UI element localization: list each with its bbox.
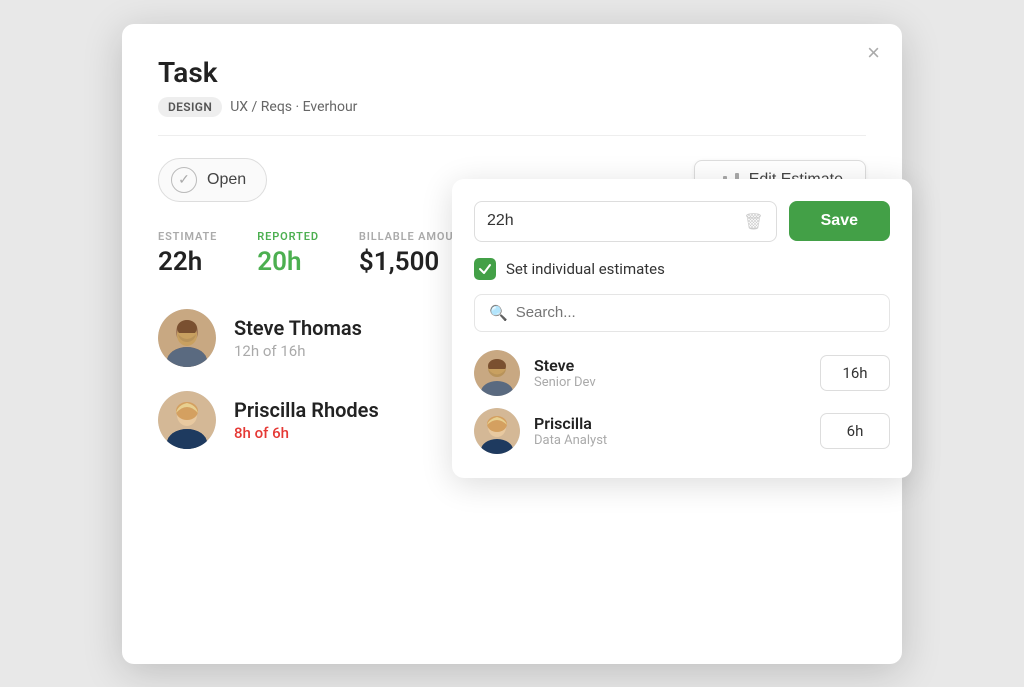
popup-person-role-steve: Senior Dev [534,375,806,390]
status-button[interactable]: ✓ Open [158,158,267,202]
stat-reported: REPORTED 20h [257,230,319,277]
estimate-popup: 🗑 Save Set individual estimates 🔍 [452,179,912,478]
estimate-input[interactable] [487,212,743,230]
individual-row: Set individual estimates [474,258,890,280]
individual-estimates-label: Set individual estimates [506,260,665,278]
task-modal: × Task DESIGN UX / Reqs · Everhour ✓ Ope… [122,24,902,664]
individual-checkbox[interactable] [474,258,496,280]
search-wrap: 🔍 [474,294,890,332]
design-badge: DESIGN [158,97,222,117]
steve-hours-input[interactable]: 16h [820,355,890,391]
person-name-priscilla: Priscilla Rhodes [234,398,379,422]
popup-person-row-priscilla: Priscilla Data Analyst 6h [474,408,890,454]
status-label: Open [207,171,246,189]
avatar-steve [158,309,216,367]
popup-person-row-steve: Steve Senior Dev 16h [474,350,890,396]
stat-estimate-value: 22h [158,247,217,277]
modal-header: Task DESIGN UX / Reqs · Everhour [158,56,866,117]
stat-reported-value: 20h [257,247,319,277]
popup-person-name-steve: Steve [534,356,806,375]
popup-person-name-priscilla: Priscilla [534,414,806,433]
estimate-input-wrap: 🗑 [474,201,777,242]
page-title: Task [158,56,866,89]
breadcrumb-text: UX / Reqs · Everhour [230,99,357,115]
search-icon: 🔍 [489,304,508,322]
divider [158,135,866,136]
stat-reported-label: REPORTED [257,230,319,243]
trash-icon[interactable]: 🗑 [743,212,763,231]
popup-top-row: 🗑 Save [474,201,890,242]
person-info-priscilla: Priscilla Rhodes 8h of 6h [234,398,379,442]
popup-person-info-steve: Steve Senior Dev [534,356,806,390]
stat-estimate: ESTIMATE 22h [158,230,217,277]
close-button[interactable]: × [867,42,880,64]
save-button[interactable]: Save [789,201,890,241]
person-info-steve: Steve Thomas 12h of 16h [234,316,362,360]
avatar-priscilla [158,391,216,449]
popup-avatar-steve [474,350,520,396]
priscilla-hours-input[interactable]: 6h [820,413,890,449]
status-check-icon: ✓ [171,167,197,193]
person-name-steve: Steve Thomas [234,316,362,340]
popup-people-list: Steve Senior Dev 16h [474,350,890,454]
person-hours-steve: 12h of 16h [234,342,362,360]
breadcrumb: DESIGN UX / Reqs · Everhour [158,97,866,117]
popup-person-role-priscilla: Data Analyst [534,433,806,448]
stat-estimate-label: ESTIMATE [158,230,217,243]
popup-person-info-priscilla: Priscilla Data Analyst [534,414,806,448]
popup-avatar-priscilla [474,408,520,454]
search-input[interactable] [516,304,875,321]
person-hours-priscilla: 8h of 6h [234,424,379,442]
